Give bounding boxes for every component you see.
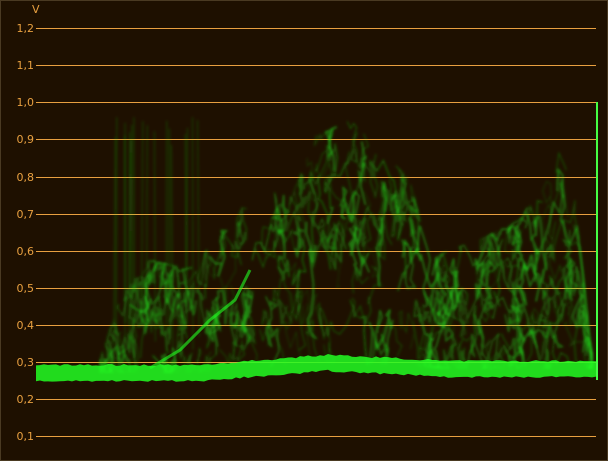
white-level-marker <box>596 102 598 380</box>
tick-label-1-1: 1,1 <box>16 58 35 72</box>
trace-strand <box>401 238 438 290</box>
trace-strand <box>305 221 318 340</box>
tick-label-0-4: 0,4 <box>16 318 35 332</box>
trace-strand <box>362 153 379 198</box>
trace-strand <box>511 207 536 246</box>
trace-streak <box>197 120 200 337</box>
trace-strand <box>504 304 518 333</box>
waveform-scope: V 1,2 1,1 1,0 0,9 0,8 0,7 0,6 0,5 0,4 0,… <box>0 0 608 461</box>
tick-label-0-1: 0,1 <box>16 429 35 443</box>
tick-label-0-3: 0,3 <box>16 355 35 369</box>
tick-label-0-5: 0,5 <box>16 281 35 295</box>
tick-label-0-6: 0,6 <box>16 244 35 258</box>
trace-strand <box>261 217 273 256</box>
trace-streak <box>131 125 133 347</box>
trace-streak <box>115 117 118 360</box>
trace-strand <box>339 185 356 223</box>
trace-strand <box>316 302 335 363</box>
waveform-trace <box>36 102 598 382</box>
tick-label-0-8: 0,8 <box>16 170 35 184</box>
trace-streak <box>141 121 144 322</box>
tick-label-1-2: 1,2 <box>16 21 35 35</box>
tick-label-1-0: 1,0 <box>16 95 35 109</box>
tick-label-0-9: 0,9 <box>16 132 35 146</box>
unit-label: V <box>32 3 40 16</box>
tick-label-0-2: 0,2 <box>16 392 35 406</box>
trace-strand <box>267 320 304 364</box>
trace-streak <box>113 136 116 342</box>
trace-strand <box>380 309 393 343</box>
trace-streak <box>165 120 168 352</box>
trace-strand <box>276 255 290 281</box>
tick-label-0-7: 0,7 <box>16 207 35 221</box>
